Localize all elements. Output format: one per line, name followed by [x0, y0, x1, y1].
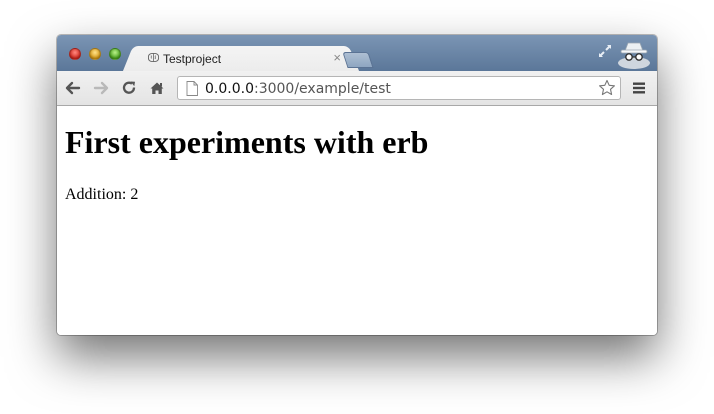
brain-favicon-icon	[147, 52, 160, 63]
browser-window: Testproject × 0.0.0.0:3000/example/test …	[57, 35, 657, 335]
addition-value: 2	[130, 186, 139, 203]
addition-line: Addition: 2	[65, 186, 138, 204]
title-bar: Testproject ×	[57, 35, 657, 71]
menu-icon[interactable]	[632, 81, 646, 95]
fullscreen-icon[interactable]	[597, 43, 613, 59]
address-bar[interactable]: 0.0.0.0:3000/example/test	[177, 76, 621, 100]
incognito-icon	[618, 42, 650, 69]
new-tab-button[interactable]	[342, 52, 374, 68]
tab-testproject[interactable]: Testproject ×	[135, 46, 347, 71]
tab-title: Testproject	[163, 52, 222, 66]
minimize-window-button[interactable]	[89, 48, 101, 60]
browser-toolbar: 0.0.0.0:3000/example/test	[57, 71, 657, 106]
page-content: First experiments with erb Addition: 2	[57, 106, 657, 335]
home-icon[interactable]	[149, 80, 165, 96]
star-icon[interactable]	[598, 79, 616, 97]
page-heading: First experiments with erb	[65, 124, 429, 160]
url-path: :3000/example/test	[253, 81, 391, 97]
addition-label: Addition:	[65, 186, 127, 203]
reload-icon[interactable]	[121, 80, 137, 96]
back-arrow-icon[interactable]	[65, 80, 81, 96]
close-window-button[interactable]	[69, 48, 81, 60]
maximize-window-button[interactable]	[109, 48, 121, 60]
tab-close-icon[interactable]: ×	[333, 50, 341, 66]
url-text[interactable]: 0.0.0.0:3000/example/test	[205, 81, 391, 97]
url-host: 0.0.0.0	[205, 81, 254, 97]
forward-arrow-icon[interactable]	[93, 80, 109, 96]
page-icon	[186, 81, 198, 96]
